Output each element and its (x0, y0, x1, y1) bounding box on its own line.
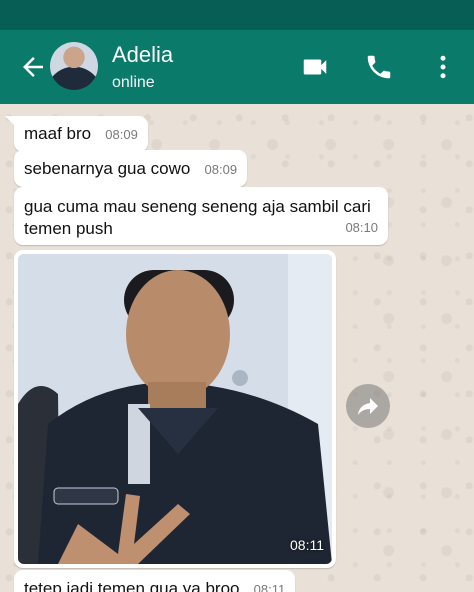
forward-button[interactable] (346, 384, 390, 428)
back-arrow-icon[interactable] (18, 52, 48, 82)
message-bubble[interactable]: gua cuma mau seneng seneng aja sambil ca… (14, 187, 388, 245)
contact-status: online (112, 74, 155, 91)
message-text: maaf bro (24, 124, 92, 143)
bubble-tail (5, 116, 17, 128)
forward-icon (358, 398, 378, 415)
contact-avatar[interactable] (50, 42, 98, 90)
message-bubble[interactable]: tetep jadi temen gua ya broo 08:11 (14, 570, 296, 592)
message-text: sebenarnya gua cowo (24, 159, 191, 178)
voice-call-icon[interactable] (364, 52, 394, 82)
message-bubble[interactable]: maaf bro 08:09 (5, 116, 148, 152)
message-time: 08:10 (345, 220, 378, 235)
message-bubble[interactable]: sebenarnya gua cowo 08:09 (14, 150, 248, 187)
message-time: 08:11 (290, 537, 324, 553)
message-text: gua cuma mau seneng seneng aja sambil ca… (24, 197, 371, 238)
status-bar (0, 0, 474, 30)
video-call-icon[interactable] (300, 52, 330, 82)
message-text: tetep jadi temen gua ya broo (24, 579, 240, 592)
photo-thumbnail[interactable]: 08:11 (18, 254, 332, 564)
image-message[interactable]: 08:11 (14, 250, 336, 568)
more-options-icon[interactable] (428, 52, 458, 82)
contact-name[interactable]: Adelia (112, 42, 173, 68)
photo-illustration (18, 254, 332, 564)
chat-area[interactable]: maaf bro 08:09 sebenarnya gua cowo 08:09… (0, 104, 474, 592)
chat-header: Adelia online (0, 30, 474, 104)
message-time: 08:09 (105, 127, 138, 142)
message-time: 08:11 (253, 582, 286, 592)
message-time: 08:09 (204, 162, 238, 177)
